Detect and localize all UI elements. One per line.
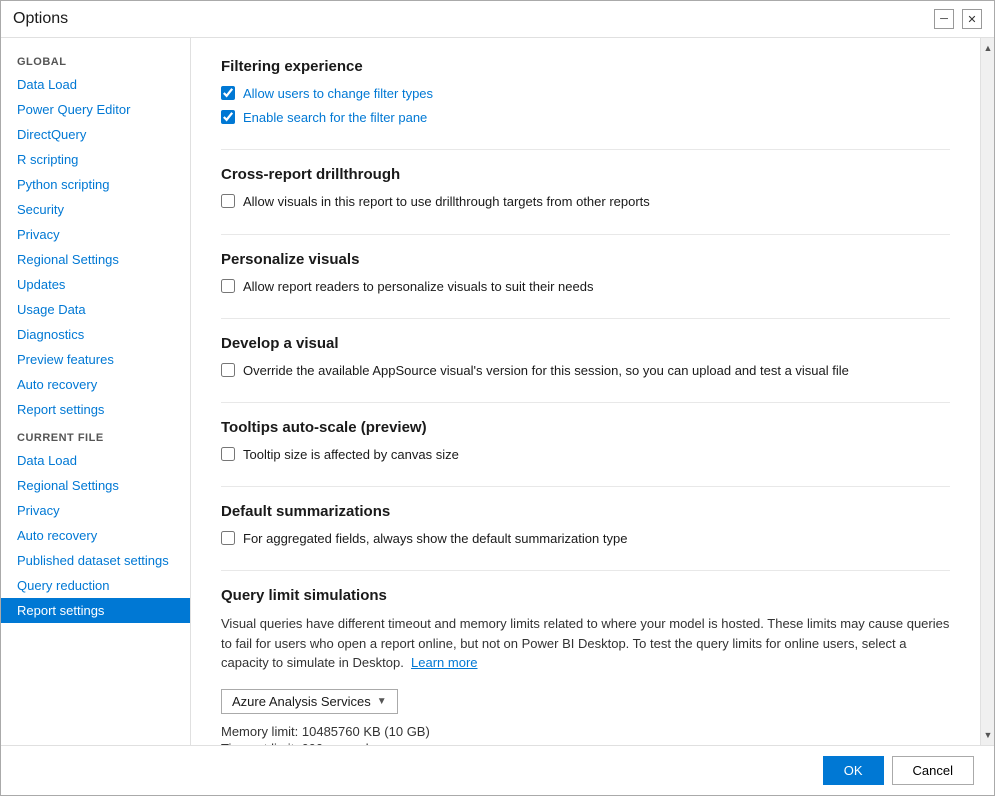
checkbox-label-drillthrough: Allow visuals in this report to use dril… (243, 193, 650, 211)
checkbox-label-tooltip-canvas: Tooltip size is affected by canvas size (243, 446, 459, 464)
sidebar-item-updates[interactable]: Updates (1, 272, 190, 297)
tooltips-auto-scale-title: Tooltips auto-scale (preview) (221, 419, 950, 436)
checkbox-tooltip-canvas[interactable] (221, 447, 235, 461)
close-button[interactable]: ✕ (962, 9, 982, 29)
main-content: Filtering experience Allow users to chan… (191, 38, 980, 745)
title-bar: Options ─ ✕ (1, 1, 994, 38)
learn-more-link[interactable]: Learn more (411, 655, 477, 670)
sidebar-item-cf-privacy[interactable]: Privacy (1, 498, 190, 523)
sidebar-item-security[interactable]: Security (1, 197, 190, 222)
sidebar-item-python-scripting[interactable]: Python scripting (1, 172, 190, 197)
checkbox-label-personalize: Allow report readers to personalize visu… (243, 278, 593, 296)
checkbox-label-summarization: For aggregated fields, always show the d… (243, 530, 627, 548)
checkbox-personalize[interactable] (221, 279, 235, 293)
sidebar-item-diagnostics[interactable]: Diagnostics (1, 322, 190, 347)
checkbox-row-tooltip-canvas: Tooltip size is affected by canvas size (221, 446, 950, 464)
section-tooltips-auto-scale: Tooltips auto-scale (preview) Tooltip si… (221, 419, 950, 464)
sidebar-item-cf-published-dataset[interactable]: Published dataset settings (1, 548, 190, 573)
develop-visual-title: Develop a visual (221, 335, 950, 352)
checkbox-summarization[interactable] (221, 531, 235, 545)
sidebar-item-cf-report-settings[interactable]: Report settings (1, 598, 190, 623)
filtering-experience-title: Filtering experience (221, 58, 950, 75)
divider-3 (221, 318, 950, 319)
divider-2 (221, 234, 950, 235)
checkbox-row-personalize: Allow report readers to personalize visu… (221, 278, 950, 296)
cross-report-drillthrough-title: Cross-report drillthrough (221, 166, 950, 183)
memory-limit-text: Memory limit: 10485760 KB (10 GB) (221, 724, 950, 739)
checkbox-enable-search-filter[interactable] (221, 110, 235, 124)
checkbox-row-enable-search-filter: Enable search for the filter pane (221, 109, 950, 127)
dropdown-arrow-icon: ▼ (377, 696, 387, 707)
checkbox-develop-visual[interactable] (221, 363, 235, 377)
checkbox-allow-filter-types[interactable] (221, 86, 235, 100)
sidebar-item-usage-data[interactable]: Usage Data (1, 297, 190, 322)
divider-1 (221, 149, 950, 150)
section-cross-report-drillthrough: Cross-report drillthrough Allow visuals … (221, 166, 950, 211)
divider-5 (221, 486, 950, 487)
scroll-controls: ▲ ▼ (980, 38, 994, 745)
sidebar-item-cf-data-load[interactable]: Data Load (1, 448, 190, 473)
footer: OK Cancel (1, 745, 994, 795)
default-summarizations-title: Default summarizations (221, 503, 950, 520)
sidebar-item-r-scripting[interactable]: R scripting (1, 147, 190, 172)
global-section-label: GLOBAL (1, 46, 190, 72)
sidebar-item-preview-features[interactable]: Preview features (1, 347, 190, 372)
dropdown-selected-value: Azure Analysis Services (232, 694, 371, 709)
sidebar-item-data-load[interactable]: Data Load (1, 72, 190, 97)
checkbox-row-allow-filter-types: Allow users to change filter types (221, 85, 950, 103)
query-limit-description: Visual queries have different timeout an… (221, 614, 950, 673)
section-filtering-experience: Filtering experience Allow users to chan… (221, 58, 950, 127)
sidebar-item-regional-settings[interactable]: Regional Settings (1, 247, 190, 272)
cancel-button[interactable]: Cancel (892, 756, 974, 785)
section-personalize-visuals: Personalize visuals Allow report readers… (221, 251, 950, 296)
options-window: Options ─ ✕ GLOBAL Data Load Power Query… (0, 0, 995, 796)
divider-6 (221, 570, 950, 571)
section-query-limit: Query limit simulations Visual queries h… (221, 587, 950, 745)
section-default-summarizations: Default summarizations For aggregated fi… (221, 503, 950, 548)
checkbox-label-develop-visual: Override the available AppSource visual'… (243, 362, 849, 380)
checkbox-label-allow-filter-types: Allow users to change filter types (243, 85, 433, 103)
content-area: GLOBAL Data Load Power Query Editor Dire… (1, 38, 994, 745)
checkbox-label-enable-search-filter: Enable search for the filter pane (243, 109, 427, 127)
sidebar: GLOBAL Data Load Power Query Editor Dire… (1, 38, 191, 745)
main-panel: Filtering experience Allow users to chan… (191, 38, 980, 745)
sidebar-item-report-settings[interactable]: Report settings (1, 397, 190, 422)
scroll-up-button[interactable]: ▲ (981, 40, 994, 56)
sidebar-item-cf-regional-settings[interactable]: Regional Settings (1, 473, 190, 498)
sidebar-item-privacy[interactable]: Privacy (1, 222, 190, 247)
sidebar-item-auto-recovery[interactable]: Auto recovery (1, 372, 190, 397)
checkbox-row-drillthrough: Allow visuals in this report to use dril… (221, 193, 950, 211)
window-controls: ─ ✕ (934, 9, 982, 29)
personalize-visuals-title: Personalize visuals (221, 251, 950, 268)
window-title: Options (13, 10, 68, 28)
current-file-section-label: CURRENT FILE (1, 422, 190, 448)
minimize-button[interactable]: ─ (934, 9, 954, 29)
checkbox-row-develop-visual: Override the available AppSource visual'… (221, 362, 950, 380)
sidebar-item-directquery[interactable]: DirectQuery (1, 122, 190, 147)
azure-analysis-services-dropdown[interactable]: Azure Analysis Services ▼ (221, 689, 398, 714)
checkbox-row-summarization: For aggregated fields, always show the d… (221, 530, 950, 548)
query-limit-title: Query limit simulations (221, 587, 950, 604)
section-develop-visual: Develop a visual Override the available … (221, 335, 950, 380)
divider-4 (221, 402, 950, 403)
sidebar-item-cf-auto-recovery[interactable]: Auto recovery (1, 523, 190, 548)
ok-button[interactable]: OK (823, 756, 884, 785)
checkbox-drillthrough[interactable] (221, 194, 235, 208)
scroll-down-button[interactable]: ▼ (981, 727, 994, 743)
sidebar-item-power-query-editor[interactable]: Power Query Editor (1, 97, 190, 122)
sidebar-item-cf-query-reduction[interactable]: Query reduction (1, 573, 190, 598)
